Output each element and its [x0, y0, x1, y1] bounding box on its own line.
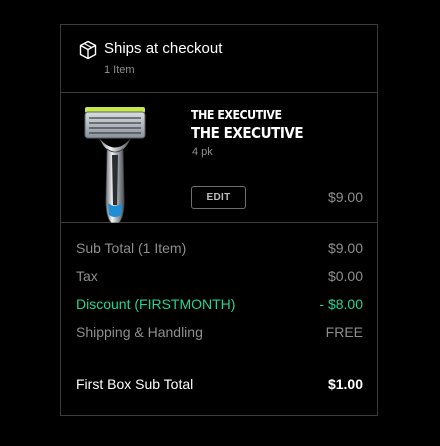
item-count: 1 Item: [104, 64, 135, 76]
shipping-label: Shipping & Handling: [76, 324, 203, 340]
shipping-value: FREE: [325, 324, 363, 340]
product-price: $9.00: [327, 189, 363, 205]
razor-image: [83, 105, 147, 224]
discount-label: Discount (FIRSTMONTH): [76, 296, 236, 312]
subtotal-row: Sub Total (1 Item) $9.00: [76, 240, 363, 260]
shipping-title: Ships at checkout: [104, 40, 223, 57]
box-icon: [79, 40, 97, 60]
edit-button[interactable]: EDIT: [191, 186, 246, 209]
order-summary-card: Ships at checkout 1 Item THE EXECUTIVE T…: [60, 24, 378, 416]
shipping-header: Ships at checkout 1 Item: [61, 25, 377, 93]
tax-row: Tax $0.00: [76, 268, 363, 288]
total-value: $1.00: [327, 376, 363, 392]
product-name-primary: THE EXECUTIVE: [191, 108, 282, 122]
discount-value: - $8.00: [319, 296, 363, 312]
product-row: THE EXECUTIVE THE EXECUTIVE 4 pk EDIT $9…: [61, 93, 377, 224]
total-row: First Box Sub Total $1.00: [76, 376, 363, 396]
product-name-secondary: THE EXECUTIVE: [191, 124, 304, 142]
tax-value: $0.00: [327, 268, 363, 284]
subtotal-label: Sub Total (1 Item): [76, 240, 187, 256]
tax-label: Tax: [76, 268, 98, 284]
discount-row: Discount (FIRSTMONTH) - $8.00: [76, 296, 363, 316]
total-label: First Box Sub Total: [76, 376, 194, 392]
shipping-row: Shipping & Handling FREE: [76, 324, 363, 344]
subtotal-value: $9.00: [327, 240, 363, 256]
product-quantity: 4 pk: [192, 146, 213, 158]
